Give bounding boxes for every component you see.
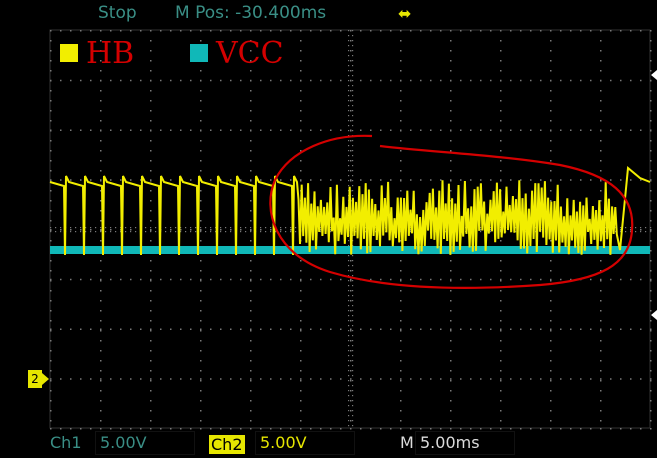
bottom-status-bar: Ch1 5.00V Ch2 5.00V M 5.00ms: [0, 430, 657, 458]
right-marker-top: [651, 70, 657, 80]
right-marker-bottom: [651, 310, 657, 320]
ch2-scale: 5.00V: [260, 433, 307, 452]
legend-label-vcc: VCC: [216, 36, 284, 71]
channel-2-marker[interactable]: 2: [28, 370, 49, 388]
ch1-scale-box[interactable]: 5.00V: [95, 431, 195, 455]
timebase-value: 5.00ms: [420, 433, 480, 452]
legend-swatch-hb: [60, 44, 78, 62]
timebase-box[interactable]: 5.00ms: [415, 431, 515, 455]
arrow-right-icon: [42, 373, 49, 385]
ch2-label: Ch2: [209, 435, 245, 454]
legend-label-hb: HB: [86, 36, 135, 71]
ch2-scale-box[interactable]: 5.00V: [255, 431, 355, 455]
ch1-scale: 5.00V: [100, 433, 147, 452]
ch1-label: Ch1: [50, 433, 82, 452]
timebase-label: M: [400, 433, 414, 452]
channel-marker-label: 2: [28, 370, 42, 388]
legend-swatch-vcc: [190, 44, 208, 62]
